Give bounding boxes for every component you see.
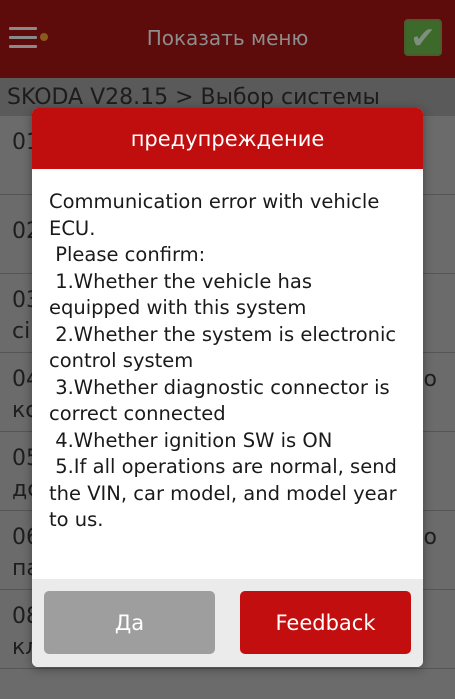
warning-dialog: предупреждение Communication error with … bbox=[32, 108, 423, 667]
message-line: 5.If all operations are normal, send the… bbox=[49, 455, 404, 531]
message-line: Please confirm: bbox=[49, 243, 206, 266]
feedback-button[interactable]: Feedback bbox=[240, 591, 411, 654]
dialog-footer: Да Feedback bbox=[32, 579, 423, 667]
message-line: 1.Whether the vehicle has equipped with … bbox=[49, 269, 319, 320]
list-item-tail: о bbox=[423, 367, 437, 392]
checkmark-icon[interactable]: ✔ bbox=[404, 19, 442, 56]
message-line: 3.Whether diagnostic connector is correc… bbox=[49, 375, 396, 426]
dialog-message: Communication error with vehicle ECU. Pl… bbox=[32, 169, 423, 579]
message-line: Communication error with vehicle ECU. bbox=[49, 190, 386, 240]
dialog-title: предупреждение bbox=[32, 108, 423, 169]
message-line: 2.Whether the system is electronic contr… bbox=[49, 322, 403, 373]
top-app-bar: Показать меню ✔ bbox=[0, 0, 455, 78]
list-item-tail: о bbox=[423, 525, 437, 550]
message-line: 4.Whether ignition SW is ON bbox=[49, 428, 333, 452]
top-bar-title[interactable]: Показать меню bbox=[0, 26, 455, 50]
yes-button[interactable]: Да bbox=[44, 591, 215, 654]
